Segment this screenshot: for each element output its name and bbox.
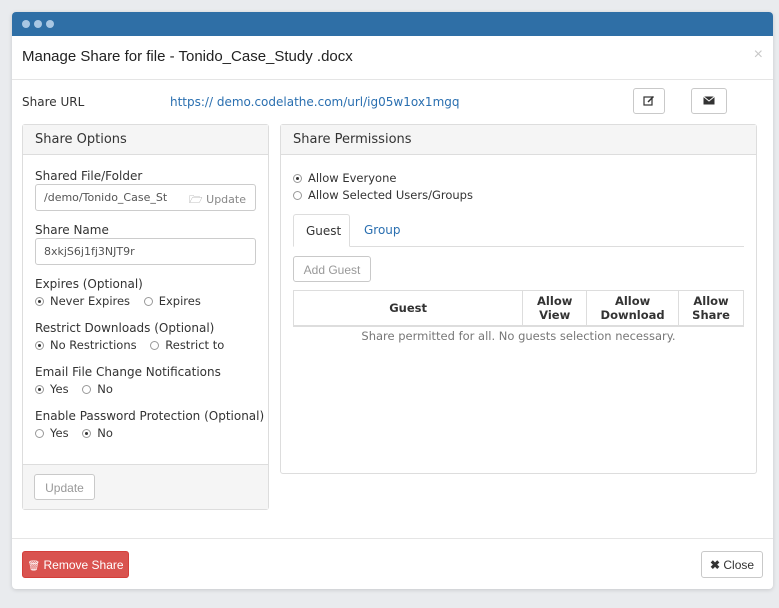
share-permissions-heading: Share Permissions <box>281 125 756 155</box>
email-notify-yes-option[interactable]: Yes <box>35 382 69 396</box>
tab-group[interactable]: Group <box>352 214 413 247</box>
edit-url-button[interactable] <box>633 88 665 114</box>
close-icon[interactable]: × <box>754 46 763 64</box>
restrict-downloads-label: Restrict Downloads (Optional) <box>35 321 215 335</box>
update-path-button[interactable]: 🗁 Update <box>181 184 256 211</box>
radio-icon <box>143 297 153 306</box>
empty-guests-message: Share permitted for all. No guests selec… <box>361 328 676 343</box>
col-allow-view: Allow View <box>522 290 588 327</box>
radio-selected-icon <box>35 297 44 306</box>
shared-file-label: Shared File/Folder <box>35 169 143 183</box>
allow-selected-option[interactable]: Allow Selected Users/Groups <box>293 188 473 202</box>
expires-label: Expires (Optional) <box>35 277 143 291</box>
tab-guest[interactable]: Guest <box>293 214 350 247</box>
email-notify-radio-group: Yes No <box>35 382 123 396</box>
add-guest-button[interactable]: Add Guest <box>293 256 371 282</box>
radio-selected-icon <box>293 174 302 183</box>
share-options-panel: Share Options Shared File/Folder /demo/T… <box>22 124 269 510</box>
share-permissions-panel: Share Permissions Allow Everyone Allow S… <box>280 124 757 474</box>
close-x-icon: ✖ <box>709 558 721 572</box>
share-name-label: Share Name <box>35 223 109 237</box>
close-button-label: Close <box>723 558 755 572</box>
no-restrictions-option[interactable]: No Restrictions <box>35 338 137 352</box>
share-options-heading: Share Options <box>23 125 268 155</box>
email-notify-label: Email File Change Notifications <box>35 365 221 379</box>
guests-table: Guest Allow View Allow Download Allow Sh… <box>292 290 744 345</box>
remove-share-label: Remove Share <box>43 558 124 572</box>
password-radio-group: Yes No <box>35 426 123 440</box>
table-row: Share permitted for all. No guests selec… <box>294 326 744 345</box>
restrict-to-option[interactable]: Restrict to <box>150 338 224 352</box>
share-url-label: Share URL <box>22 95 85 109</box>
guests-table-header: Guest Allow View Allow Download Allow Sh… <box>292 290 744 327</box>
radio-icon <box>82 385 92 394</box>
edit-icon <box>643 95 655 106</box>
share-modal-window: Manage Share for file - Tonido_Case_Stud… <box>12 12 773 589</box>
radio-icon <box>293 191 302 200</box>
expires-radio-group: Never Expires Expires <box>35 294 211 308</box>
col-allow-download: Allow Download <box>586 290 680 327</box>
radio-selected-icon <box>35 385 44 394</box>
modal-header: Manage Share for file - Tonido_Case_Stud… <box>12 36 773 80</box>
share-url-link[interactable]: https:// demo.codelathe.com/url/ig05w1ox… <box>170 95 460 109</box>
radio-selected-icon <box>35 341 44 350</box>
window-dot-icon <box>34 20 42 28</box>
share-name-input[interactable]: 8xkjS6j1fj3NJT9r <box>35 238 256 265</box>
modal-footer-divider <box>12 538 773 539</box>
expires-never-option[interactable]: Never Expires <box>35 294 130 308</box>
envelope-icon <box>703 96 715 105</box>
window-dot-icon <box>22 20 30 28</box>
password-no-option[interactable]: No <box>82 426 113 440</box>
allow-everyone-option[interactable]: Allow Everyone <box>293 171 396 185</box>
modal-title: Manage Share for file - Tonido_Case_Stud… <box>22 48 353 65</box>
email-url-button[interactable] <box>691 88 727 114</box>
folder-open-icon: 🗁 <box>189 193 203 206</box>
password-yes-option[interactable]: Yes <box>35 426 69 440</box>
radio-selected-icon <box>82 429 92 438</box>
radio-icon <box>150 341 160 350</box>
close-button[interactable]: ✖ Close <box>701 551 763 578</box>
remove-share-button[interactable]: 🗑 Remove Share <box>22 551 129 578</box>
col-guest: Guest <box>292 290 524 327</box>
restrict-radio-group: No Restrictions Restrict to <box>35 338 234 352</box>
trash-icon: 🗑 <box>27 561 41 572</box>
share-options-footer: Update <box>23 464 268 509</box>
expires-option[interactable]: Expires <box>143 294 201 308</box>
window-titlebar <box>12 12 773 36</box>
shared-file-input[interactable]: /demo/Tonido_Case_St <box>35 184 182 211</box>
window-dot-icon <box>46 20 54 28</box>
update-options-button[interactable]: Update <box>34 474 95 500</box>
password-protection-label: Enable Password Protection (Optional) <box>35 409 265 423</box>
email-notify-no-option[interactable]: No <box>82 382 113 396</box>
update-path-label: Update <box>206 193 246 206</box>
radio-icon <box>35 429 44 438</box>
col-allow-share: Allow Share <box>678 290 744 327</box>
